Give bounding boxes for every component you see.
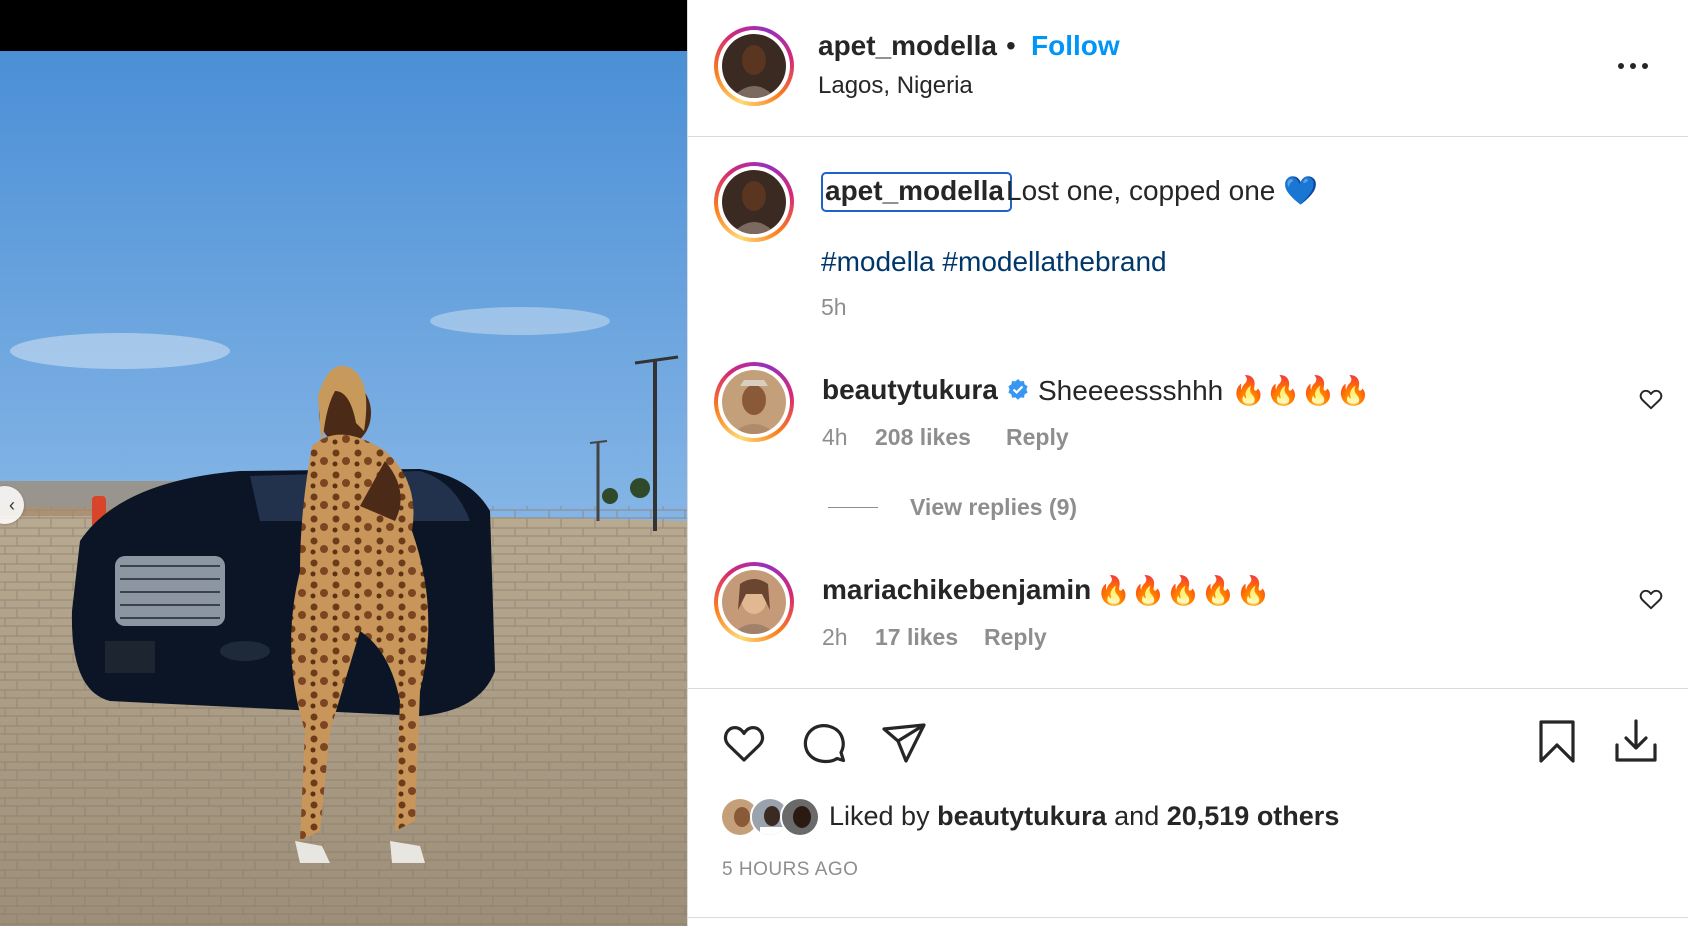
author-avatar[interactable]: [714, 26, 794, 106]
hashtag-modella[interactable]: #modella: [821, 246, 935, 277]
comment-avatar[interactable]: [714, 562, 794, 642]
post-media: ‹: [0, 0, 687, 926]
post-photo: [0, 51, 687, 926]
download-icon[interactable]: [1612, 717, 1660, 765]
caption-text: Lost one, copped one 💙: [1006, 175, 1318, 206]
comment-time: 2h: [822, 624, 848, 650]
caption-username[interactable]: apet_modella: [821, 172, 1012, 212]
more-options-icon[interactable]: [1608, 48, 1658, 84]
liked-by-and: and: [1114, 801, 1160, 831]
liked-by-text: Liked by beautytukura and 20,519 others: [829, 801, 1339, 832]
caption-hashtags: #modella #modellathebrand: [821, 246, 1167, 278]
reply-button[interactable]: Reply: [1006, 424, 1069, 451]
heart-icon[interactable]: [1638, 386, 1664, 412]
comment-username[interactable]: mariachikebenjamin: [822, 574, 1091, 606]
follow-button[interactable]: Follow: [1031, 30, 1120, 62]
liker-avatar: [780, 797, 820, 837]
post-detail-panel: apet_modella • Follow Lagos, Nigeria ape…: [687, 0, 1688, 926]
reply-button[interactable]: Reply: [984, 624, 1047, 651]
hashtag-modellathebrand[interactable]: #modellathebrand: [942, 246, 1166, 277]
comment-username[interactable]: beautytukura: [822, 374, 998, 406]
like-icon[interactable]: [720, 719, 768, 767]
liked-by-others[interactable]: 20,519 others: [1167, 801, 1340, 831]
comment-icon[interactable]: [800, 719, 848, 767]
comment-likes[interactable]: 17 likes: [875, 624, 958, 651]
comment-text: 🔥🔥🔥🔥🔥: [1096, 575, 1271, 606]
caption-avatar[interactable]: [714, 162, 794, 242]
author-username[interactable]: apet_modella: [818, 30, 997, 62]
comment-text: Sheeeessshhh 🔥🔥🔥🔥: [1038, 375, 1371, 406]
divider: [688, 917, 1688, 918]
view-replies-label: View replies (9): [910, 494, 1078, 520]
post-timestamp[interactable]: 5 HOURS AGO: [722, 859, 858, 881]
post-actions: Liked by beautytukura and 20,519 others …: [688, 688, 1688, 926]
comment-avatar[interactable]: [714, 362, 794, 442]
verified-icon: [1008, 379, 1028, 400]
liked-by-avatars[interactable]: [720, 797, 820, 837]
separator-dot: •: [1006, 30, 1016, 61]
view-replies-line: [828, 507, 878, 508]
post-header: apet_modella • Follow Lagos, Nigeria: [688, 0, 1688, 137]
comment-likes[interactable]: 208 likes: [875, 424, 971, 451]
bookmark-icon[interactable]: [1533, 717, 1581, 765]
heart-icon[interactable]: [1638, 586, 1664, 612]
comment-time: 4h: [822, 424, 848, 450]
liked-by-user[interactable]: beautytukura: [937, 801, 1107, 831]
caption-time: 5h: [821, 294, 847, 320]
share-icon[interactable]: [880, 719, 928, 767]
view-replies-button[interactable]: View replies (9): [828, 494, 1077, 521]
instagram-post-view: ‹ apet_modella • Follow Lagos, Nigeria a…: [0, 0, 1688, 926]
liked-by-prefix: Liked by: [829, 801, 930, 831]
post-location[interactable]: Lagos, Nigeria: [818, 72, 973, 100]
